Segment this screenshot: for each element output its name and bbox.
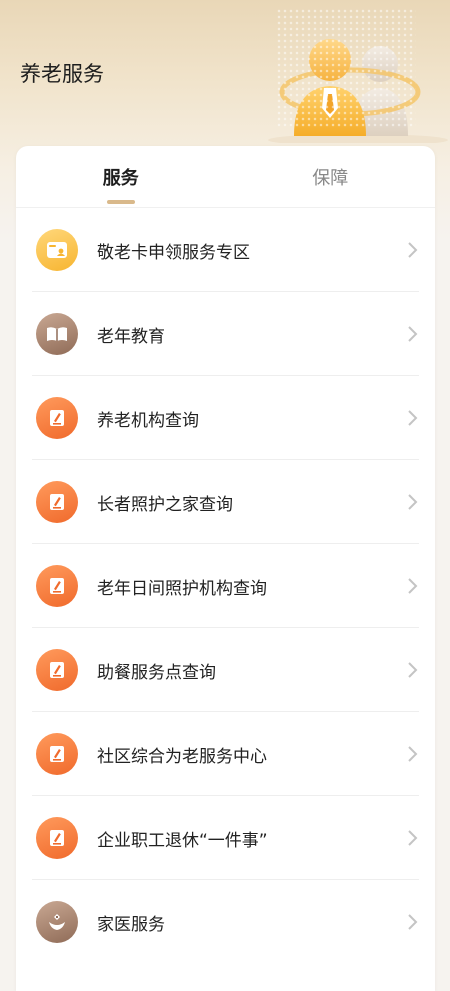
service-item-label: 企业职工退休“一件事” bbox=[97, 831, 268, 851]
service-item-label: 老年日间照护机构查询 bbox=[97, 579, 267, 599]
chevron-right-icon bbox=[408, 326, 418, 342]
chevron-right-icon bbox=[408, 578, 418, 594]
pen-icon bbox=[36, 481, 78, 523]
tab-guarantee[interactable]: 保障 bbox=[226, 146, 436, 207]
service-item-label: 助餐服务点查询 bbox=[97, 663, 216, 683]
service-item-retirement-one-thing[interactable]: 企业职工退休“一件事” bbox=[16, 796, 435, 880]
card-icon bbox=[36, 229, 78, 271]
tab-services[interactable]: 服务 bbox=[16, 146, 226, 207]
chevron-right-icon bbox=[408, 410, 418, 426]
service-item-label: 长者照护之家查询 bbox=[97, 495, 233, 515]
service-item-senior-education[interactable]: 老年教育 bbox=[16, 292, 435, 376]
pen-icon bbox=[36, 649, 78, 691]
tab-services-label: 服务 bbox=[102, 168, 139, 189]
chevron-right-icon bbox=[408, 494, 418, 510]
pen-icon bbox=[36, 817, 78, 859]
service-item-label: 老年教育 bbox=[97, 327, 165, 347]
page-title: 养老服务 bbox=[20, 62, 104, 86]
service-item-daycare-query[interactable]: 老年日间照护机构查询 bbox=[16, 544, 435, 628]
medical-hands-icon bbox=[36, 901, 78, 943]
service-item-label: 家医服务 bbox=[97, 915, 165, 935]
tab-bar: 服务 保障 bbox=[16, 146, 435, 208]
dot-pattern bbox=[276, 8, 416, 128]
service-item-elder-care-home-query[interactable]: 长者照护之家查询 bbox=[16, 460, 435, 544]
elderly-service-illustration bbox=[256, 8, 450, 146]
active-tab-indicator bbox=[106, 200, 135, 204]
chevron-right-icon bbox=[408, 746, 418, 762]
service-item-community-center[interactable]: 社区综合为老服务中心 bbox=[16, 712, 435, 796]
chevron-right-icon bbox=[408, 914, 418, 930]
pen-icon bbox=[36, 397, 78, 439]
service-item-nursing-home-query[interactable]: 养老机构查询 bbox=[16, 376, 435, 460]
pen-icon bbox=[36, 565, 78, 607]
service-item-label: 社区综合为老服务中心 bbox=[97, 747, 267, 767]
service-item-family-doctor[interactable]: 家医服务 bbox=[16, 880, 435, 964]
chevron-right-icon bbox=[408, 242, 418, 258]
pen-icon bbox=[36, 733, 78, 775]
service-item-meal-service-query[interactable]: 助餐服务点查询 bbox=[16, 628, 435, 712]
service-item-label: 敬老卡申领服务专区 bbox=[97, 243, 250, 263]
service-item-senior-card[interactable]: 敬老卡申领服务专区 bbox=[16, 208, 435, 292]
chevron-right-icon bbox=[408, 830, 418, 846]
tab-guarantee-label: 保障 bbox=[312, 168, 349, 189]
service-card: 服务 保障 敬老卡申领服务专区 老年教育 养老机构查询 长者照护之家查询 老年日… bbox=[16, 146, 435, 991]
chevron-right-icon bbox=[408, 662, 418, 678]
service-list: 敬老卡申领服务专区 老年教育 养老机构查询 长者照护之家查询 老年日间照护机构查… bbox=[16, 208, 435, 964]
book-icon bbox=[36, 313, 78, 355]
service-item-label: 养老机构查询 bbox=[97, 411, 199, 431]
